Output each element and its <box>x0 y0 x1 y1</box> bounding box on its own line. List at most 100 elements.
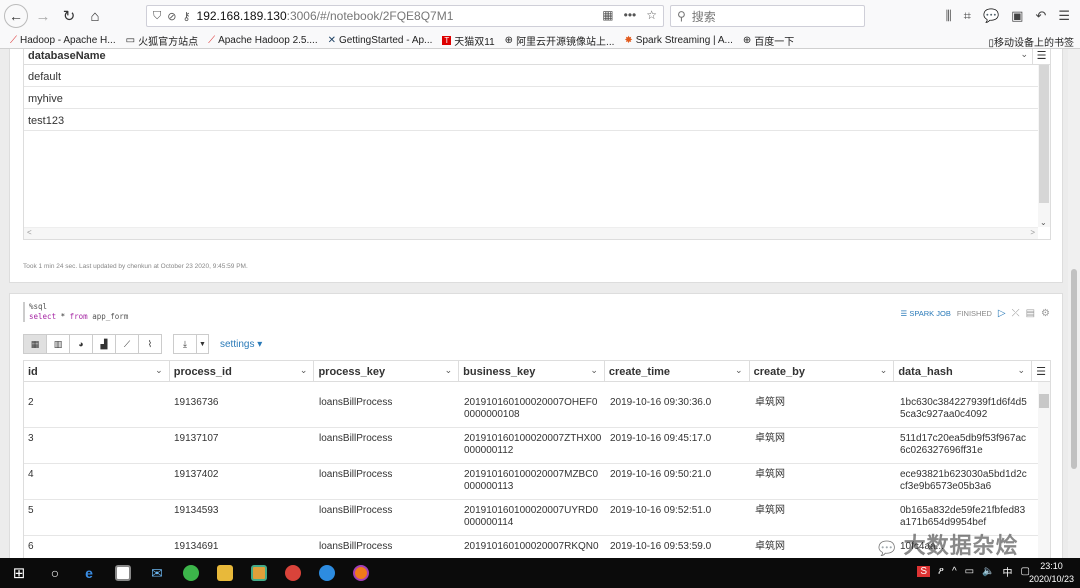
mail-icon[interactable]: ✉ <box>140 558 174 588</box>
chevron-down-icon[interactable]: ⌄ <box>735 365 743 376</box>
undo-icon[interactable]: ↶ <box>1035 8 1046 24</box>
vmware-icon[interactable] <box>242 558 276 588</box>
chevron-right-icon[interactable]: > <box>1030 228 1035 237</box>
chat-icon[interactable]: 💬 <box>983 8 999 24</box>
chevron-down-icon[interactable]: ⌄ <box>1018 365 1026 376</box>
area-chart-icon[interactable]: ▟ <box>92 334 116 354</box>
column-header-process-id[interactable]: process_id ⌄ <box>170 361 315 381</box>
column-header-data-hash[interactable]: data_hash ⌄ <box>894 361 1033 381</box>
vertical-scrollbar[interactable]: ⌄ <box>1038 65 1050 227</box>
run-icon[interactable]: ▷ <box>998 308 1006 319</box>
download-icon[interactable]: ⤓ <box>173 334 197 354</box>
xshell-icon[interactable] <box>276 558 310 588</box>
feishu-icon[interactable] <box>310 558 344 588</box>
table-row: test123 <box>24 109 1050 131</box>
wechat-icon: 💬 <box>878 540 897 556</box>
bookmark-aliyun-mirror[interactable]: ⊕ 阿里云开源镜像站上... <box>505 33 615 48</box>
url-path: :3006/#/notebook/2FQE8Q7M1 <box>286 9 454 23</box>
store-icon[interactable] <box>106 558 140 588</box>
chevron-down-icon[interactable]: ⌄ <box>590 365 598 376</box>
network-icon[interactable]: ▭ <box>965 566 974 577</box>
edge-icon[interactable]: e <box>72 558 106 588</box>
grid-menu-icon[interactable]: ☰ <box>1032 49 1050 65</box>
file-explorer-icon[interactable] <box>208 558 242 588</box>
column-header-databasename[interactable]: databaseName ⌄ ☰ <box>24 49 1050 65</box>
chevron-down-icon[interactable]: ⌄ <box>1040 218 1047 227</box>
spark-job-link[interactable]: ☰ SPARK JOB <box>901 309 951 318</box>
column-header-process-key[interactable]: process_key ⌄ <box>314 361 460 381</box>
firefox-icon[interactable] <box>344 558 378 588</box>
reload-icon[interactable]: ↻ <box>58 5 80 27</box>
table-view-icon[interactable]: ▦ <box>23 334 47 354</box>
chevron-down-icon[interactable]: ⌄ <box>445 365 453 376</box>
visualization-toolbar: ▦ ▥ ◕ ▟ ⟋ ⌇ ⤓ ▼ settings ▾ <box>23 334 262 354</box>
windows-start-icon[interactable]: ⊞ <box>0 558 38 588</box>
scatter-chart-icon[interactable]: ⌇ <box>138 334 162 354</box>
shield-icon[interactable]: ⛉ <box>153 10 161 23</box>
chevron-down-icon[interactable]: ⌄ <box>155 365 163 376</box>
settings-link[interactable]: settings ▾ <box>220 339 262 350</box>
bookmark-getting-started[interactable]: ✕ GettingStarted - Ap... <box>328 35 433 46</box>
table-row: 2 19136736 loansBillProcess 201910160100… <box>24 392 1050 428</box>
clock[interactable]: 23:10 2020/10/23 <box>1029 560 1074 586</box>
paragraph-footer: Took 1 min 24 sec. Last updated by chenk… <box>23 263 248 270</box>
menu-icon[interactable]: ☰ <box>1058 8 1070 24</box>
pie-chart-icon[interactable]: ◕ <box>69 334 93 354</box>
forward-icon[interactable]: → <box>32 5 54 27</box>
x-icon: ✕ <box>327 34 336 46</box>
gear-icon[interactable]: ⚙ <box>1041 308 1050 319</box>
chevron-down-icon[interactable]: ⌄ <box>300 365 308 376</box>
bookmark-hadoop[interactable]: ⟋ Hadoop - Apache H... <box>10 35 116 46</box>
key-icon[interactable]: ⚷ <box>182 10 190 23</box>
vertical-scrollbar[interactable] <box>1038 382 1050 558</box>
chevron-down-icon[interactable]: ⌄ <box>1020 49 1028 60</box>
volume-icon[interactable]: 🔈 <box>982 566 994 577</box>
folder-icon: ▭ <box>125 34 136 46</box>
column-header-create-by[interactable]: create_by ⌄ <box>750 361 895 381</box>
bookmark-firefox-site[interactable]: ▭ 火狐官方站点 <box>126 33 198 48</box>
wps-icon[interactable]: S <box>917 566 931 577</box>
ime-indicator[interactable]: 中 <box>1003 564 1013 579</box>
grid-menu-icon[interactable]: ☰ <box>1032 361 1050 381</box>
caret-down-icon[interactable]: ▼ <box>196 334 209 354</box>
column-header-create-time[interactable]: create_time ⌄ <box>605 361 750 381</box>
screenshot-icon[interactable]: ⌗ <box>964 8 971 24</box>
chevron-down-icon[interactable]: ⌄ <box>880 365 888 376</box>
column-header-id[interactable]: id ⌄ <box>24 361 170 381</box>
library-icon[interactable]: ⫼ <box>946 8 952 24</box>
column-header-business-key[interactable]: business_key ⌄ <box>459 361 605 381</box>
url-bar[interactable]: ⛉ ⊘ ⚷ 192.168.189.130:3006/#/notebook/2F… <box>146 5 664 27</box>
collapse-icon[interactable]: ⤫ <box>1012 308 1020 319</box>
mobile-bookmarks[interactable]: ▯移动设备上的书签 <box>988 34 1074 49</box>
bookmark-star-icon[interactable]: ☆ <box>646 8 657 22</box>
qr-icon[interactable]: ▦ <box>602 8 613 22</box>
scroll-thumb[interactable] <box>1071 269 1077 469</box>
list-icon: ☰ <box>900 309 910 318</box>
table-row: 3 19137107 loansBillProcess 201910160100… <box>24 428 1050 464</box>
bar-chart-icon[interactable]: ▥ <box>46 334 70 354</box>
scroll-thumb[interactable] <box>1039 394 1049 408</box>
bookmark-apache-hadoop[interactable]: ⟋ Apache Hadoop 2.5.... <box>208 35 318 46</box>
home-icon[interactable]: ⌂ <box>84 5 106 27</box>
bookmark-spark-streaming[interactable]: ✸ Spark Streaming | A... <box>624 35 732 46</box>
search-input[interactable]: ⚲ 搜索 <box>670 5 865 27</box>
insecure-lock-icon[interactable]: ⊘ <box>167 10 176 23</box>
bookmark-baidu[interactable]: ⊕ 百度一下 <box>743 33 794 48</box>
horizontal-scrollbar[interactable]: < > <box>24 227 1038 239</box>
people-icon[interactable]: ዖ <box>938 566 944 577</box>
line-chart-icon[interactable]: ⟋ <box>115 334 139 354</box>
table-toggle-icon[interactable]: ▤ <box>1026 308 1035 319</box>
cortana-icon[interactable]: ○ <box>38 558 72 588</box>
page-actions-icon[interactable]: ••• <box>624 8 637 22</box>
page-scrollbar[interactable] <box>1068 49 1080 558</box>
reader-icon[interactable]: ▣ <box>1011 8 1023 24</box>
caret-down-icon: ▾ <box>257 338 263 350</box>
scroll-thumb[interactable] <box>1039 65 1049 203</box>
back-icon[interactable]: ← <box>4 4 28 28</box>
chevron-up-icon[interactable]: ^ <box>952 566 957 577</box>
code-editor[interactable]: %sql select * from app_form <box>23 302 128 322</box>
360-browser-icon[interactable] <box>174 558 208 588</box>
chevron-left-icon[interactable]: < <box>27 228 32 237</box>
bookmark-tmall[interactable]: T 天猫双11 <box>442 33 495 48</box>
windows-taskbar: ⊞ ○ e ✉ S ዖ ^ ▭ 🔈 中 ▢ 23:10 2020/10/23 <box>0 558 1080 588</box>
